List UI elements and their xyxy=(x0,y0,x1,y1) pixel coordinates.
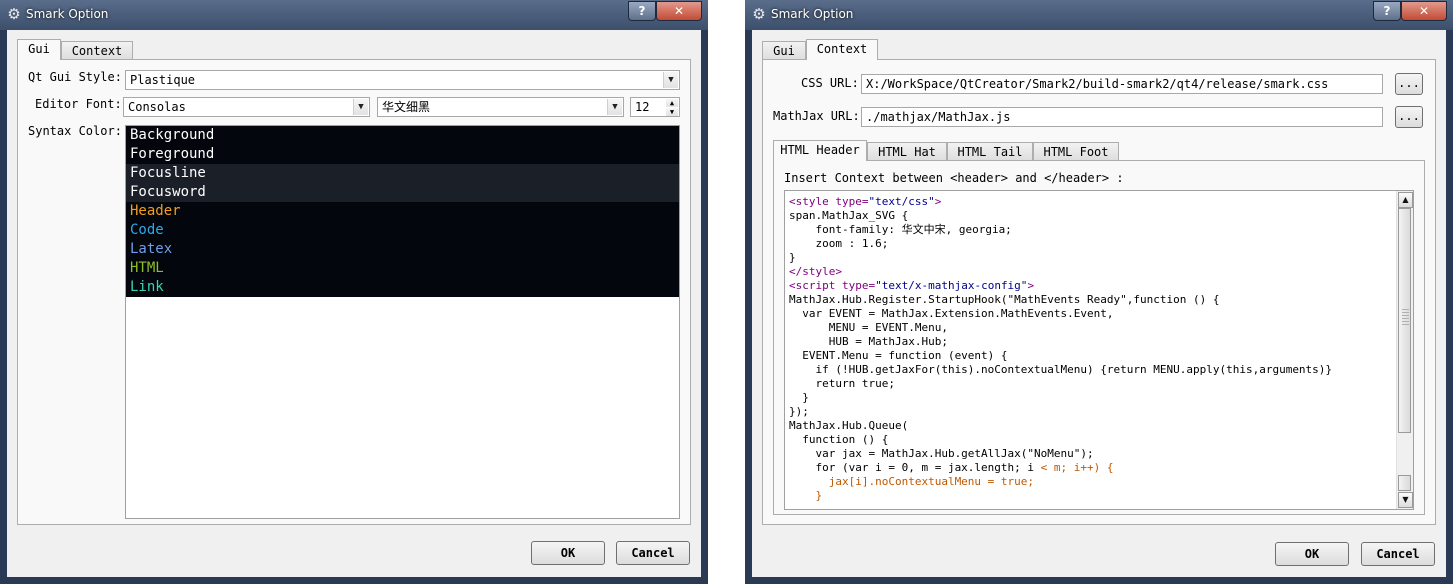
font-size-spinbox[interactable]: 12 ▲ ▼ xyxy=(630,97,680,117)
code-line: jax[i].noContextualMenu = true; xyxy=(789,475,1035,488)
code-line: HUB = MathJax.Hub; xyxy=(789,335,948,348)
code-line: EVENT.Menu = function (event) { xyxy=(789,349,1008,362)
window-title: Smark Option xyxy=(771,7,854,21)
code-line: font-family: 华文中宋, georgia; xyxy=(789,223,1012,236)
tab-html-foot[interactable]: HTML Foot xyxy=(1033,142,1119,160)
window-title: Smark Option xyxy=(26,7,109,21)
help-button[interactable]: ? xyxy=(1373,1,1401,21)
code-line: var EVENT = MathJax.Extension.MathEvents… xyxy=(789,307,1114,320)
scroll-up-icon[interactable]: ▲ xyxy=(1398,192,1413,208)
gui-style-label: Qt Gui Style: xyxy=(28,70,122,84)
syntax-color-item[interactable]: Foreground xyxy=(126,145,679,164)
insert-hint: Insert Context between <header> and </he… xyxy=(784,171,1124,185)
code-line: <style type="text/css"> xyxy=(789,195,942,208)
cancel-button[interactable]: Cancel xyxy=(1361,542,1435,566)
chevron-down-icon[interactable]: ▼ xyxy=(666,108,678,116)
scroll-thumb[interactable] xyxy=(1398,208,1411,433)
gear-icon: ⚙ xyxy=(7,5,21,23)
syntax-color-item[interactable]: Focusword xyxy=(126,183,679,202)
tab-context[interactable]: Context xyxy=(61,41,133,59)
close-button[interactable]: ✕ xyxy=(656,1,702,21)
css-browse-button[interactable]: ... xyxy=(1395,73,1423,95)
scroll-down-icon[interactable]: ▼ xyxy=(1398,492,1413,508)
css-url-label: CSS URL: xyxy=(801,76,859,90)
code-line: zoom : 1.6; xyxy=(789,237,889,250)
code-line: } xyxy=(789,251,796,264)
html-header-panel: Insert Context between <header> and </he… xyxy=(773,160,1425,515)
code-line: return true; xyxy=(789,377,895,390)
code-line: function () { xyxy=(789,433,889,446)
gui-panel: Qt Gui Style: Plastique ▼ Editor Font: C… xyxy=(17,59,691,525)
context-panel: CSS URL: X:/WorkSpace/QtCreator/Smark2/b… xyxy=(762,59,1436,525)
code-line: } xyxy=(789,489,823,502)
close-button[interactable]: ✕ xyxy=(1401,1,1447,21)
tab-context[interactable]: Context xyxy=(806,39,878,60)
syntax-color-item[interactable]: Latex xyxy=(126,240,679,259)
syntax-color-item[interactable]: Header xyxy=(126,202,679,221)
help-button[interactable]: ? xyxy=(628,1,656,21)
syntax-color-list[interactable]: Background Foreground Focusline Focusword He… xyxy=(125,125,680,519)
gui-style-combo[interactable]: Plastique ▼ xyxy=(125,70,680,90)
syntax-color-item[interactable]: Focusline xyxy=(126,164,679,183)
chevron-down-icon: ▼ xyxy=(607,99,622,115)
code-line: MathJax.Hub.Queue( xyxy=(789,419,909,432)
code-line: for (var i = 0, m = jax.length; i < m; i… xyxy=(789,461,1114,474)
vertical-scrollbar[interactable]: ▲ ▼ xyxy=(1396,191,1413,509)
tab-html-tail[interactable]: HTML Tail xyxy=(947,142,1033,160)
gear-icon: ⚙ xyxy=(752,5,766,23)
code-line: <script type="text/x-mathjax-config"> xyxy=(789,279,1035,292)
chevron-down-icon: ▼ xyxy=(353,99,368,115)
title-bar[interactable]: ⚙ Smark Option ? ✕ xyxy=(745,0,1453,30)
cancel-button[interactable]: Cancel xyxy=(616,541,690,565)
smark-option-window-gui: ⚙ Smark Option ? ✕ Gui Context Qt Gui St… xyxy=(0,0,708,584)
code-line: </style> xyxy=(789,265,842,278)
editor-font-value: Consolas xyxy=(128,100,186,114)
ok-button[interactable]: OK xyxy=(531,541,605,565)
editor-font-combo[interactable]: Consolas ▼ xyxy=(123,97,370,117)
code-line: MENU = EVENT.Menu, xyxy=(789,321,948,334)
code-editor[interactable]: <style type="text/css"> span.MathJax_SVG … xyxy=(784,190,1414,510)
syntax-color-item[interactable]: Link xyxy=(126,278,679,297)
gui-style-value: Plastique xyxy=(130,73,196,87)
tab-gui[interactable]: Gui xyxy=(762,41,806,59)
syntax-color-label: Syntax Color: xyxy=(28,124,122,138)
tab-gui[interactable]: Gui xyxy=(17,39,61,60)
css-url-field[interactable]: X:/WorkSpace/QtCreator/Smark2/build-smar… xyxy=(861,74,1383,94)
dialog-client: Gui Context CSS URL: X:/WorkSpace/QtCrea… xyxy=(752,30,1446,577)
chevron-up-icon[interactable]: ▲ xyxy=(666,99,678,107)
syntax-color-item[interactable]: HTML xyxy=(126,259,679,278)
mathjax-url-label: MathJax URL: xyxy=(773,109,860,123)
title-bar[interactable]: ⚙ Smark Option ? ✕ xyxy=(0,0,708,30)
code-line: }); xyxy=(789,405,809,418)
syntax-color-item[interactable]: Background xyxy=(126,126,679,145)
syntax-color-item[interactable]: Code xyxy=(126,221,679,240)
tab-html-header[interactable]: HTML Header xyxy=(773,140,867,161)
editor-font-label: Editor Font: xyxy=(35,97,122,111)
code-line: span.MathJax_SVG { xyxy=(789,209,909,222)
code-line: MathJax.Hub.Register.StartupHook("MathEv… xyxy=(789,293,1220,306)
chevron-down-icon: ▼ xyxy=(663,72,678,88)
mathjax-browse-button[interactable]: ... xyxy=(1395,106,1423,128)
font-size-value: 12 xyxy=(635,100,650,114)
code-line: var jax = MathJax.Hub.getAllJax("NoMenu"… xyxy=(789,447,1094,460)
cjk-font-combo[interactable]: 华文细黑 ▼ xyxy=(377,97,624,117)
mathjax-url-field[interactable]: ./mathjax/MathJax.js xyxy=(861,107,1383,127)
dialog-client: Gui Context Qt Gui Style: Plastique ▼ Ed… xyxy=(7,30,701,577)
grip-icon xyxy=(1402,309,1409,327)
code-text: <style type="text/css"> span.MathJax_SVG … xyxy=(789,195,1393,503)
code-line: } xyxy=(789,391,809,404)
cjk-font-value: 华文细黑 xyxy=(382,100,431,114)
scroll-track-end xyxy=(1398,475,1411,491)
code-line: if (!HUB.getJaxFor(this).noContextualMen… xyxy=(789,363,1333,376)
ok-button[interactable]: OK xyxy=(1275,542,1349,566)
tab-html-hat[interactable]: HTML Hat xyxy=(867,142,947,160)
smark-option-window-context: ⚙ Smark Option ? ✕ Gui Context CSS URL: … xyxy=(745,0,1453,584)
